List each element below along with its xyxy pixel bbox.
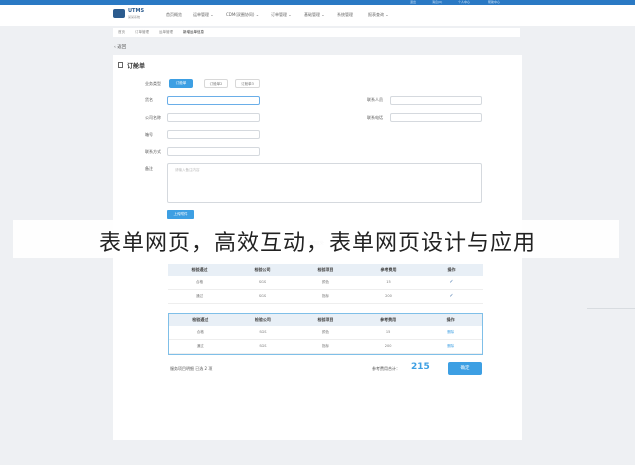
cell: 15 [386,280,391,284]
col-header: 参考费用 [380,317,397,322]
col-header: 检验项目 [317,267,334,272]
cell: 200 [385,294,392,298]
cell: 通过 [196,344,204,348]
table-row: 合格 SGS 颜色 15 删除 [169,326,482,340]
breadcrumb: 首页 订单管理 运单管理 新增运单信息 [113,28,520,37]
col-header: 操作 [447,267,456,272]
col-header: 操作 [446,317,455,322]
nav-basic[interactable]: 基础管理 ⌄ [304,12,325,18]
nav-report[interactable]: 报表查询 ⌄ [368,12,389,18]
nav-waybill[interactable]: 运单管理 ⌄ [193,12,214,18]
col-header: 检验公司 [254,267,271,272]
col-header: 检验通过 [192,317,209,322]
col-header: 参考费用 [380,267,397,272]
cell: SGS [259,330,267,334]
profile-link[interactable]: 个人中心 [458,0,470,4]
cell: 指标 [321,344,329,348]
upload-button[interactable]: 上传附件 [167,210,194,219]
back-link[interactable]: ‹ 返回 [114,44,126,50]
crumb-waybill[interactable]: 运单管理 [159,30,173,35]
confirm-button[interactable]: 确定 [448,362,482,375]
contact-input[interactable] [167,147,260,156]
logout-link[interactable]: 退出 [410,0,416,4]
divider [587,308,635,309]
cell: 15 [385,330,391,334]
cell: 合格 [196,330,204,334]
label-name: 货名 [145,97,153,102]
company-input[interactable] [167,113,260,122]
table-header: 检验通过 检验公司 检验项目 参考费用 操作 [168,264,483,276]
crumb-order[interactable]: 订单管理 [135,30,149,35]
total-value: 215 [411,362,430,372]
delete-link[interactable]: 删除 [419,340,482,353]
total-label: 参考费用合计： [372,366,400,371]
nav-system[interactable]: 系统管理 [337,12,353,18]
crumb-home[interactable]: 首页 [118,30,125,35]
messages-link[interactable]: 消息(0) [432,0,442,4]
nav-cdm[interactable]: CDM(双圈协同) ⌄ [226,12,259,18]
label-remark: 备注 [145,166,153,171]
page-title: 订舱单 [127,63,146,70]
crumb-current: 新增运单信息 [183,30,204,34]
cell: SGS [258,294,267,298]
label-contact-person: 联系人员 [367,97,383,102]
label-company: 公司名称 [145,115,161,120]
cell: 颜色 [322,280,329,284]
table-row: 通过 SGS 指标 200 删除 [169,340,482,354]
inspection-table: 检验通过 检验公司 检验项目 参考费用 操作 合格 SGS 颜色 15 ✓ 通过… [168,264,483,304]
remark-placeholder: 请输入备注内容 [175,168,200,172]
label-box-no: 箱号 [145,132,153,137]
label-phone: 联系电话 [367,115,383,120]
check-icon[interactable]: ✓ [420,290,483,303]
brand-name: UTMS [128,8,145,14]
phone-input[interactable] [390,113,482,122]
cell: 颜色 [321,330,329,334]
selection-summary: 服务项目明细 已选 2 项 [170,366,213,371]
cell: 合格 [196,280,203,284]
table-header: 检验通过 检验公司 检验项目 参考费用 操作 [169,314,482,326]
back-label: 返回 [117,45,127,50]
label-contact: 联系方式 [145,149,161,154]
col-header: 检验公司 [254,317,271,322]
brand-sub: 某某系统 [128,15,141,19]
col-header: 检验项目 [317,317,334,322]
nav-home[interactable]: 首页概览 [166,12,182,18]
nav-order[interactable]: 订单管理 ⌄ [271,12,292,18]
cell: 指标 [322,294,329,298]
table-row: 合格 SGS 颜色 15 ✓ [168,276,483,290]
cell: SGS [259,344,267,348]
selected-table: 检验通过 检验公司 检验项目 参考费用 操作 合格 SGS 颜色 15 删除 通… [168,313,483,355]
cell: 通过 [196,294,203,298]
type-option-1[interactable]: 订舱单 [169,79,193,88]
type-option-2[interactable]: 订舱单2 [204,79,228,88]
type-option-3[interactable]: 订舱单3 [235,79,260,88]
clipboard-icon [118,62,123,68]
name-input[interactable] [167,96,260,105]
caption-text: 表单网页，高效互动，表单网页设计与应用 [98,231,536,256]
contact-person-input[interactable] [390,96,482,105]
check-icon[interactable]: ✓ [420,276,483,289]
help-link[interactable]: 帮助中心 [488,0,500,4]
col-header: 检验通过 [191,267,208,272]
logo-icon [113,9,125,18]
cell: SGS [258,280,267,284]
delete-link[interactable]: 删除 [419,326,482,339]
table-row: 通过 SGS 指标 200 ✓ [168,290,483,304]
cell: 200 [384,344,392,348]
box-no-input[interactable] [167,130,260,139]
label-contract-type: 业务类型 [145,81,161,86]
remark-textarea[interactable]: 请输入备注内容 [167,163,482,203]
